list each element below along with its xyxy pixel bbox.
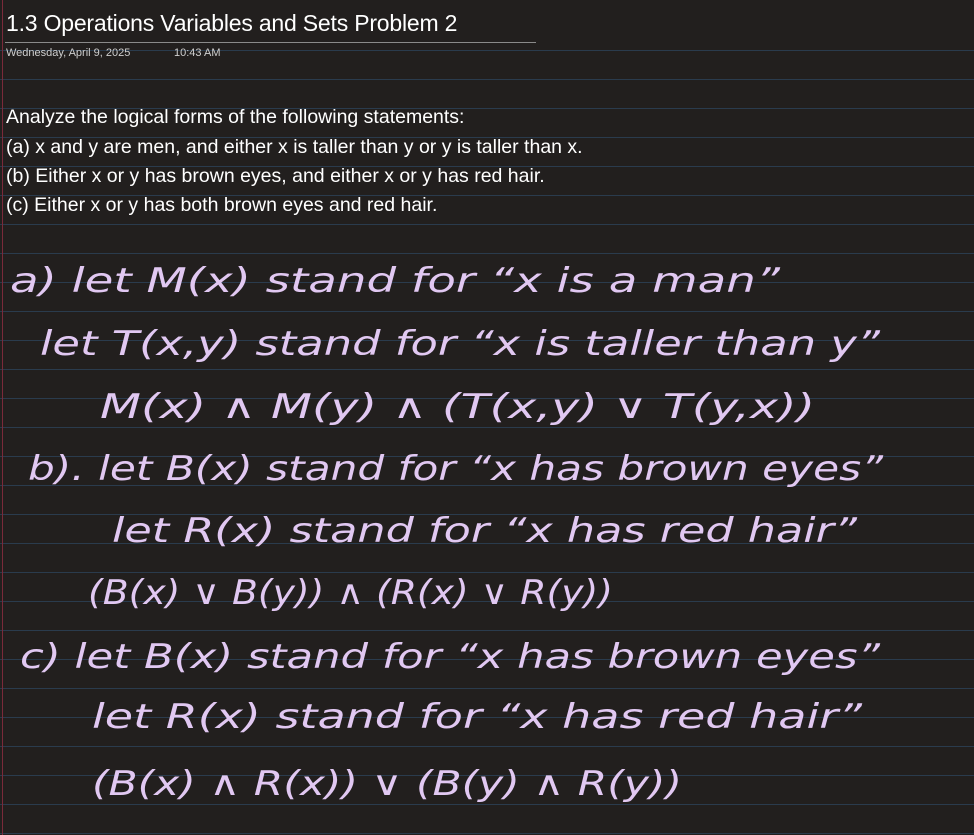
handwritten-ink-layer[interactable]: a) let M(x) stand for “x is a man” let T… [0, 0, 974, 835]
ink-line-a-man: a) let M(x) stand for “x is a man” [10, 261, 781, 301]
ink-line-a-formula: M(x) ∧ M(y) ∧ (T(x,y) ∨ T(y,x)) [100, 387, 815, 427]
ink-line-c-formula: (B(x) ∧ R(x)) ∨ (B(y) ∧ R(y)) [92, 764, 682, 804]
ink-line-b-red: let R(x) stand for “x has red hair” [112, 511, 857, 551]
ink-line-b-formula: (B(x) ∨ B(y)) ∧ (R(x) ∨ R(y)) [88, 573, 613, 613]
ink-line-c-brown: c) let B(x) stand for “x has brown eyes” [20, 637, 880, 677]
ink-line-a-taller: let T(x,y) stand for “x is taller than y… [40, 324, 880, 364]
ink-line-c-red: let R(x) stand for “x has red hair” [92, 697, 863, 737]
ink-line-b-brown: b). let B(x) stand for “x has brown eyes… [28, 449, 883, 489]
